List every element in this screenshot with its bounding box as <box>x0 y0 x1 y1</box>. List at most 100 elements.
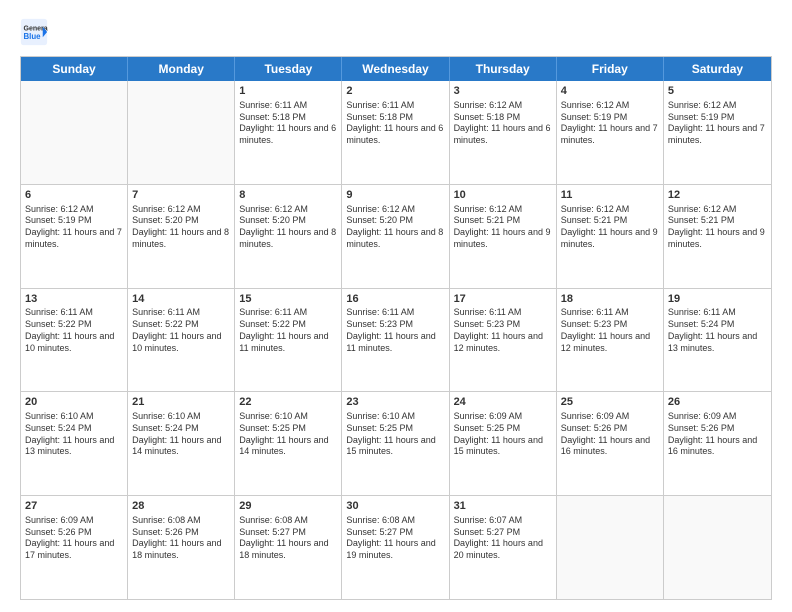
day-number: 3 <box>454 84 552 99</box>
calendar-day-11: 11Sunrise: 6:12 AM Sunset: 5:21 PM Dayli… <box>557 185 664 288</box>
day-info: Sunrise: 6:12 AM Sunset: 5:20 PM Dayligh… <box>239 204 337 251</box>
calendar-week-0: 1 Sunrise: 6:11 AM Sunset: 5:18 PM Daylig… <box>21 81 771 184</box>
day-number: 26 <box>668 395 767 410</box>
day-number: 7 <box>132 188 230 203</box>
day-number: 28 <box>132 499 230 514</box>
day-number: 18 <box>561 292 659 307</box>
day-info: Sunrise: 6:11 AM Sunset: 5:22 PM Dayligh… <box>132 307 230 354</box>
day-info: Sunrise: 6:10 AM Sunset: 5:25 PM Dayligh… <box>239 411 337 458</box>
calendar-week-4: 27Sunrise: 6:09 AM Sunset: 5:26 PM Dayli… <box>21 495 771 599</box>
day-info: Sunrise: 6:09 AM Sunset: 5:26 PM Dayligh… <box>25 515 123 562</box>
calendar-day-2: 2Sunrise: 6:11 AM Sunset: 5:18 PM Daylig… <box>342 81 449 184</box>
day-info: Sunrise: 6:12 AM Sunset: 5:20 PM Dayligh… <box>132 204 230 251</box>
day-info: Sunrise: 6:12 AM Sunset: 5:21 PM Dayligh… <box>561 204 659 251</box>
day-info: Sunrise: 6:08 AM Sunset: 5:26 PM Dayligh… <box>132 515 230 562</box>
day-info: Sunrise: 6:11 AM Sunset: 5:23 PM Dayligh… <box>346 307 444 354</box>
logo-icon: General Blue <box>20 18 48 46</box>
day-number: 1 <box>239 84 337 99</box>
calendar-day-1: 1Sunrise: 6:11 AM Sunset: 5:18 PM Daylig… <box>235 81 342 184</box>
day-info: Sunrise: 6:09 AM Sunset: 5:25 PM Dayligh… <box>454 411 552 458</box>
day-info: Sunrise: 6:10 AM Sunset: 5:25 PM Dayligh… <box>346 411 444 458</box>
day-number: 5 <box>668 84 767 99</box>
day-number: 23 <box>346 395 444 410</box>
calendar-day-13: 13Sunrise: 6:11 AM Sunset: 5:22 PM Dayli… <box>21 289 128 392</box>
day-number: 31 <box>454 499 552 514</box>
calendar-day-16: 16Sunrise: 6:11 AM Sunset: 5:23 PM Dayli… <box>342 289 449 392</box>
header-day-thursday: Thursday <box>450 57 557 81</box>
day-number: 10 <box>454 188 552 203</box>
calendar-body: 1 Sunrise: 6:11 AM Sunset: 5:18 PM Daylig… <box>21 81 771 599</box>
calendar-day-10: 10Sunrise: 6:12 AM Sunset: 5:21 PM Dayli… <box>450 185 557 288</box>
calendar-day-4: 4Sunrise: 6:12 AM Sunset: 5:19 PM Daylig… <box>557 81 664 184</box>
calendar-day-28: 28Sunrise: 6:08 AM Sunset: 5:26 PM Dayli… <box>128 496 235 599</box>
day-number: 9 <box>346 188 444 203</box>
day-number: 14 <box>132 292 230 307</box>
calendar-day-20: 20Sunrise: 6:10 AM Sunset: 5:24 PM Dayli… <box>21 392 128 495</box>
day-number: 25 <box>561 395 659 410</box>
day-number: 8 <box>239 188 337 203</box>
calendar-day-8: 8Sunrise: 6:12 AM Sunset: 5:20 PM Daylig… <box>235 185 342 288</box>
calendar-day-17: 17Sunrise: 6:11 AM Sunset: 5:23 PM Dayli… <box>450 289 557 392</box>
header-day-sunday: Sunday <box>21 57 128 81</box>
day-info: Sunrise: 6:10 AM Sunset: 5:24 PM Dayligh… <box>132 411 230 458</box>
day-number: 11 <box>561 188 659 203</box>
calendar-day-30: 30Sunrise: 6:08 AM Sunset: 5:27 PM Dayli… <box>342 496 449 599</box>
calendar-day-15: 15Sunrise: 6:11 AM Sunset: 5:22 PM Dayli… <box>235 289 342 392</box>
calendar-day-29: 29Sunrise: 6:08 AM Sunset: 5:27 PM Dayli… <box>235 496 342 599</box>
day-number: 22 <box>239 395 337 410</box>
day-number: 12 <box>668 188 767 203</box>
calendar-week-2: 13Sunrise: 6:11 AM Sunset: 5:22 PM Dayli… <box>21 288 771 392</box>
day-info: Sunrise: 6:08 AM Sunset: 5:27 PM Dayligh… <box>239 515 337 562</box>
day-info: Sunrise: 6:07 AM Sunset: 5:27 PM Dayligh… <box>454 515 552 562</box>
day-info: Sunrise: 6:10 AM Sunset: 5:24 PM Dayligh… <box>25 411 123 458</box>
calendar-day-24: 24Sunrise: 6:09 AM Sunset: 5:25 PM Dayli… <box>450 392 557 495</box>
header: General Blue <box>20 18 772 46</box>
calendar-day-14: 14Sunrise: 6:11 AM Sunset: 5:22 PM Dayli… <box>128 289 235 392</box>
header-day-saturday: Saturday <box>664 57 771 81</box>
calendar-empty-cell <box>128 81 235 184</box>
calendar-empty-cell <box>21 81 128 184</box>
day-number: 16 <box>346 292 444 307</box>
calendar-week-3: 20Sunrise: 6:10 AM Sunset: 5:24 PM Dayli… <box>21 391 771 495</box>
calendar-day-23: 23Sunrise: 6:10 AM Sunset: 5:25 PM Dayli… <box>342 392 449 495</box>
calendar-header-row: SundayMondayTuesdayWednesdayThursdayFrid… <box>21 57 771 81</box>
day-number: 24 <box>454 395 552 410</box>
calendar-empty-cell <box>664 496 771 599</box>
day-number: 2 <box>346 84 444 99</box>
header-day-friday: Friday <box>557 57 664 81</box>
day-info: Sunrise: 6:11 AM Sunset: 5:22 PM Dayligh… <box>25 307 123 354</box>
day-number: 19 <box>668 292 767 307</box>
day-info: Sunrise: 6:12 AM Sunset: 5:21 PM Dayligh… <box>668 204 767 251</box>
calendar-day-27: 27Sunrise: 6:09 AM Sunset: 5:26 PM Dayli… <box>21 496 128 599</box>
day-number: 29 <box>239 499 337 514</box>
day-number: 27 <box>25 499 123 514</box>
calendar: SundayMondayTuesdayWednesdayThursdayFrid… <box>20 56 772 600</box>
calendar-day-19: 19Sunrise: 6:11 AM Sunset: 5:24 PM Dayli… <box>664 289 771 392</box>
day-info: Sunrise: 6:09 AM Sunset: 5:26 PM Dayligh… <box>668 411 767 458</box>
day-info: Sunrise: 6:08 AM Sunset: 5:27 PM Dayligh… <box>346 515 444 562</box>
day-info: Sunrise: 6:12 AM Sunset: 5:18 PM Dayligh… <box>454 100 552 147</box>
day-info: Sunrise: 6:12 AM Sunset: 5:21 PM Dayligh… <box>454 204 552 251</box>
day-number: 21 <box>132 395 230 410</box>
day-info: Sunrise: 6:12 AM Sunset: 5:20 PM Dayligh… <box>346 204 444 251</box>
header-day-tuesday: Tuesday <box>235 57 342 81</box>
day-info: Sunrise: 6:11 AM Sunset: 5:24 PM Dayligh… <box>668 307 767 354</box>
day-number: 17 <box>454 292 552 307</box>
day-info: Sunrise: 6:11 AM Sunset: 5:23 PM Dayligh… <box>561 307 659 354</box>
calendar-day-31: 31Sunrise: 6:07 AM Sunset: 5:27 PM Dayli… <box>450 496 557 599</box>
page: General Blue SundayMondayTuesdayWednesda… <box>0 0 792 612</box>
calendar-day-5: 5Sunrise: 6:12 AM Sunset: 5:19 PM Daylig… <box>664 81 771 184</box>
day-info: Sunrise: 6:12 AM Sunset: 5:19 PM Dayligh… <box>561 100 659 147</box>
calendar-day-9: 9Sunrise: 6:12 AM Sunset: 5:20 PM Daylig… <box>342 185 449 288</box>
day-number: 20 <box>25 395 123 410</box>
day-info: Sunrise: 6:11 AM Sunset: 5:22 PM Dayligh… <box>239 307 337 354</box>
header-day-monday: Monday <box>128 57 235 81</box>
day-info: Sunrise: 6:11 AM Sunset: 5:18 PM Dayligh… <box>346 100 444 147</box>
calendar-week-1: 6Sunrise: 6:12 AM Sunset: 5:19 PM Daylig… <box>21 184 771 288</box>
day-number: 15 <box>239 292 337 307</box>
day-info: Sunrise: 6:11 AM Sunset: 5:23 PM Dayligh… <box>454 307 552 354</box>
day-number: 4 <box>561 84 659 99</box>
day-info: Sunrise: 6:12 AM Sunset: 5:19 PM Dayligh… <box>668 100 767 147</box>
svg-text:Blue: Blue <box>24 32 42 41</box>
logo: General Blue <box>20 18 52 46</box>
